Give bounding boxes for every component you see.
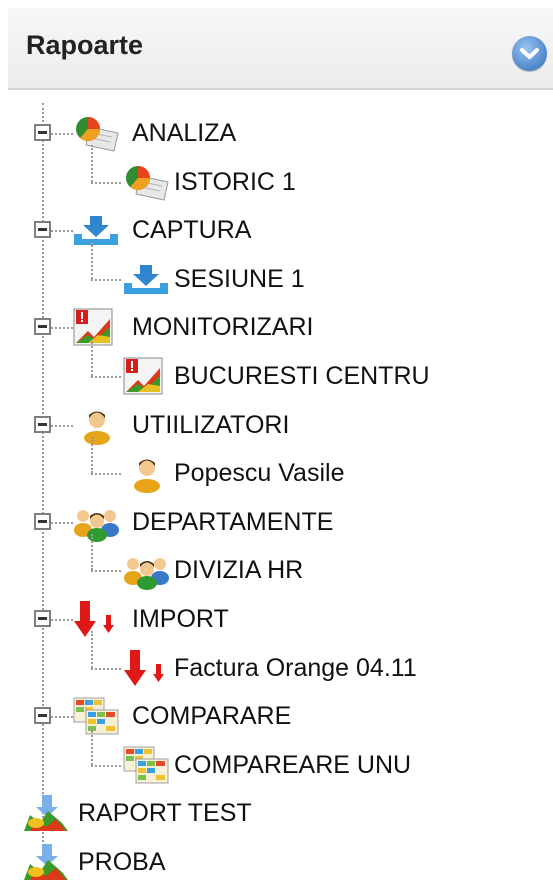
compare-table-icon — [72, 696, 122, 736]
tree-node-proba[interactable]: PROBA — [22, 842, 442, 882]
collapse-toggle[interactable] — [34, 610, 51, 627]
tree-node-label: SESIUNE 1 — [174, 264, 305, 293]
tree-node-label: PROBA — [78, 848, 166, 876]
user-icon — [122, 453, 172, 494]
monitoring-chart-icon — [122, 356, 172, 396]
tree-node-label: CAPTURA — [132, 216, 252, 245]
collapse-toggle[interactable] — [34, 221, 51, 239]
collapse-toggle[interactable] — [34, 318, 51, 336]
tree-connector — [91, 728, 93, 765]
tree-node-label: IMPORT — [132, 605, 229, 633]
tree-connector — [51, 424, 73, 427]
tree-node-label: RAPORT TEST — [78, 799, 252, 828]
tree-node-label: DEPARTAMENTE — [132, 507, 334, 536]
tree-connector — [51, 619, 73, 621]
tree-node-divizia-hr[interactable]: DIVIZIA HR — [122, 550, 542, 591]
users-group-icon — [72, 502, 122, 542]
tree-node-factura-orange-04-11[interactable]: Factura Orange 04.11 — [122, 648, 542, 688]
tree-node-label: DIVIZIA HR — [174, 556, 304, 585]
import-arrow-icon — [72, 599, 122, 639]
tree-node-monitorizari[interactable]: MONITORIZARI — [72, 307, 492, 347]
tree-connector — [51, 133, 73, 135]
tree-connector — [91, 376, 121, 378]
tree-connector — [51, 521, 73, 524]
compare-table-icon — [122, 745, 172, 785]
collapse-toggle[interactable] — [34, 707, 51, 725]
users-group-icon — [122, 550, 172, 591]
user-icon — [72, 405, 122, 445]
tree-node-label: UTIILIZATORI — [132, 410, 290, 439]
tree-node-label: MONITORIZARI — [132, 313, 314, 342]
tree-node-captura[interactable]: CAPTURA — [72, 210, 492, 250]
collapse-toggle[interactable] — [34, 512, 51, 530]
tree-connector — [91, 339, 93, 376]
tree-node-departamente[interactable]: DEPARTAMENTE — [72, 502, 492, 542]
tree-node-label: BUCURESTI CENTRU — [174, 362, 430, 390]
tree-connector — [51, 327, 73, 330]
tree-connector — [91, 181, 121, 184]
tree-connector — [91, 570, 121, 573]
report-tree: ANALIZA ISTORIC 1 CAPTURA SESIUNE 1 MONI… — [0, 0, 553, 889]
tree-node-label: Factura Orange 04.11 — [174, 653, 417, 682]
tree-node-sesiune-1[interactable]: SESIUNE 1 — [122, 259, 542, 299]
tree-connector — [91, 436, 93, 474]
tree-connector — [91, 242, 93, 279]
tree-connector — [91, 145, 93, 182]
collapse-toggle[interactable] — [34, 124, 51, 141]
monitoring-chart-icon — [72, 307, 122, 347]
tree-node-istoric-1[interactable]: ISTORIC 1 — [122, 162, 542, 202]
tree-connector — [51, 230, 73, 233]
tree-node-comparare[interactable]: COMPARARE — [72, 696, 492, 736]
import-arrow-icon — [122, 648, 172, 688]
tree-node-label: COMPAREARE UNU — [174, 750, 412, 779]
tree-node-compareare-unu[interactable]: COMPAREARE UNU — [122, 745, 542, 785]
tree-connector — [91, 764, 121, 767]
pie-chart-report-icon — [122, 162, 172, 202]
tree-node-popescu-vasile[interactable]: Popescu Vasile — [122, 453, 542, 494]
tree-connector — [91, 667, 121, 670]
tree-node-label: ISTORIC 1 — [174, 167, 296, 196]
tree-node-analiza[interactable]: ANALIZA — [72, 113, 492, 153]
tree-node-raport-test[interactable]: RAPORT TEST — [22, 793, 442, 833]
tree-connector — [91, 278, 121, 281]
tree-connector — [51, 716, 73, 719]
tree-connector — [91, 473, 121, 476]
collapse-toggle[interactable] — [34, 415, 51, 433]
tree-connector — [42, 103, 44, 850]
tree-node-bucuresti-centru[interactable]: BUCURESTI CENTRU — [122, 356, 542, 396]
download-tray-icon — [72, 210, 122, 250]
tree-connector — [91, 533, 93, 571]
pie-chart-report-icon — [72, 113, 122, 153]
tree-connector — [91, 631, 93, 668]
report-chart-icon — [22, 793, 76, 833]
download-tray-icon — [122, 259, 172, 299]
tree-node-label: Popescu Vasile — [174, 459, 345, 488]
tree-node-label: ANALIZA — [132, 119, 237, 147]
tree-node-import[interactable]: IMPORT — [72, 599, 492, 639]
report-chart-icon — [22, 842, 76, 882]
tree-node-utiilizatori[interactable]: UTIILIZATORI — [72, 405, 492, 445]
tree-node-label: COMPARARE — [132, 702, 292, 731]
